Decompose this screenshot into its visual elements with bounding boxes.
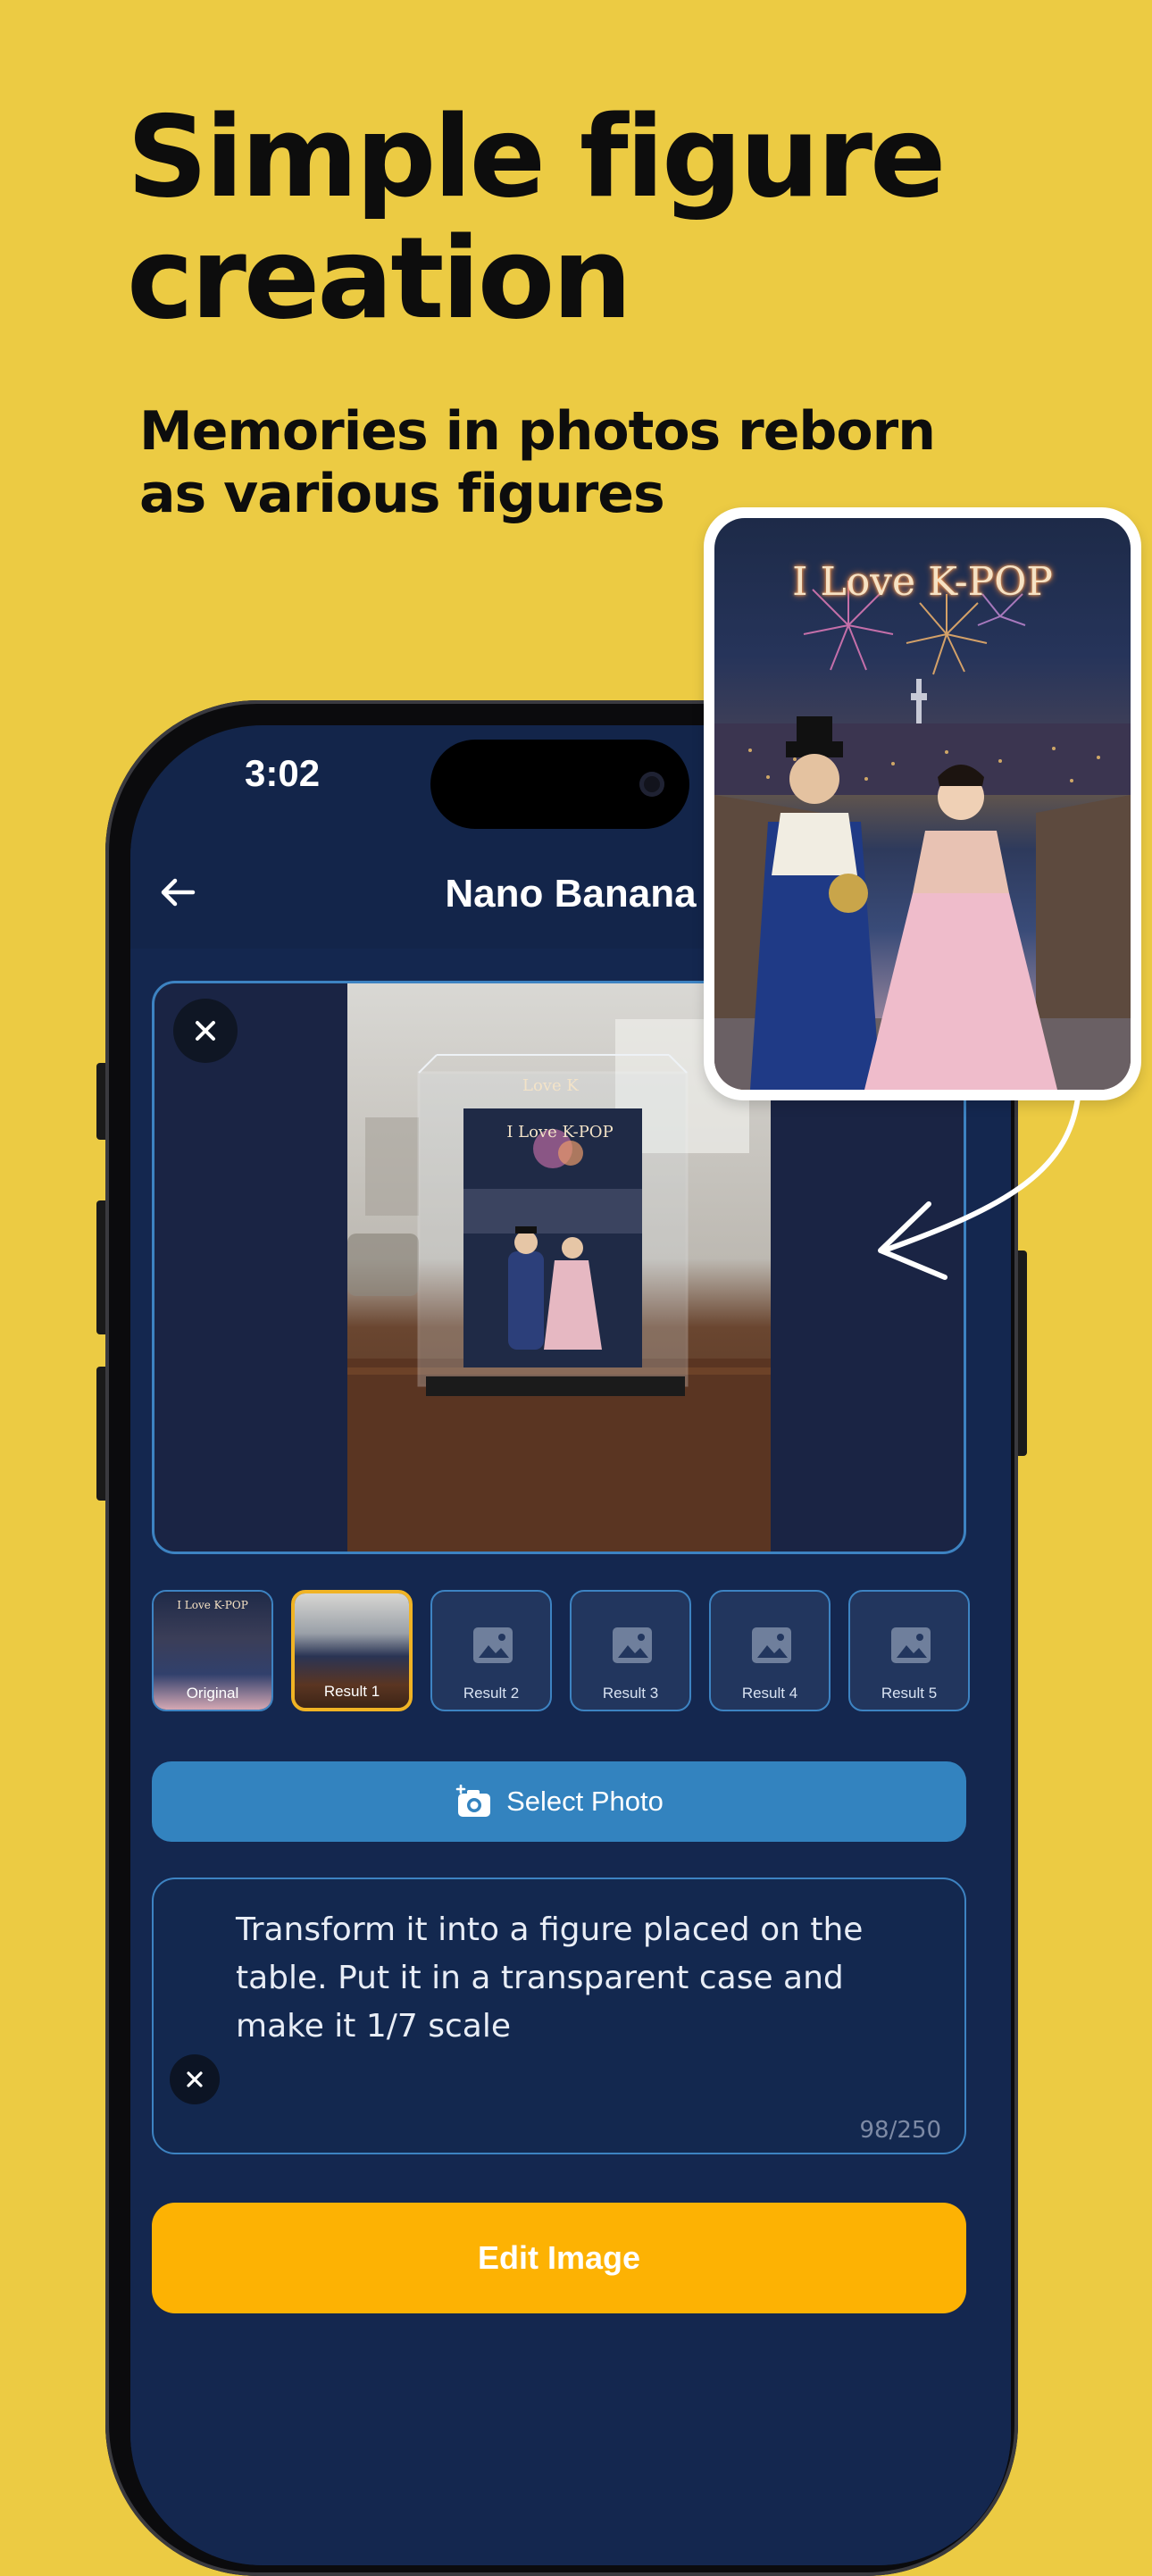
- original-photo-popout: I Love K-POP: [704, 507, 1141, 1100]
- thumb-label: Result 3: [602, 1685, 659, 1702]
- preview-inner-caption: I Love K-POP: [506, 1123, 614, 1142]
- image-placeholder-icon: [613, 1627, 652, 1663]
- clear-image-button[interactable]: [173, 999, 238, 1063]
- headline: Simple figure creation: [127, 91, 946, 344]
- thumb-original[interactable]: I Love K-POP Original: [152, 1590, 273, 1711]
- thumb-label: Result 1: [323, 1683, 380, 1700]
- image-placeholder-icon: [752, 1627, 791, 1663]
- thumb-result-3[interactable]: Result 3: [570, 1590, 691, 1711]
- thumb-original-caption: I Love K-POP: [177, 1599, 248, 1611]
- subheadline: Memories in photos reborn as various fig…: [139, 400, 936, 525]
- status-time: 3:02: [245, 752, 321, 794]
- thumb-result-5[interactable]: Result 5: [848, 1590, 970, 1711]
- camera-plus-icon: [455, 1785, 491, 1817]
- close-icon: [187, 2071, 203, 2087]
- thumb-result-1[interactable]: Result 1: [291, 1590, 413, 1711]
- result-thumbnails: I Love K-POP Original Result 1 Result 2 …: [152, 1590, 970, 1711]
- thumb-label: Result 2: [463, 1685, 520, 1702]
- preview-case-caption: Love K: [522, 1076, 579, 1095]
- original-photo: I Love K-POP: [714, 518, 1131, 1090]
- thumb-result-2[interactable]: Result 2: [430, 1590, 552, 1711]
- thumb-label: Result 4: [741, 1685, 798, 1702]
- thumb-label: Original: [186, 1685, 239, 1702]
- edit-image-label: Edit Image: [477, 2239, 641, 2276]
- front-camera-icon: [639, 772, 664, 797]
- prompt-input[interactable]: Transform it into a figure placed on the…: [152, 1878, 966, 2154]
- edit-image-button[interactable]: Edit Image: [152, 2203, 966, 2313]
- select-photo-label: Select Photo: [506, 1786, 664, 1817]
- original-photo-caption: I Love K-POP: [792, 559, 1053, 605]
- thumb-result-4[interactable]: Result 4: [709, 1590, 831, 1711]
- curved-arrow-icon: [878, 1090, 1081, 1280]
- thumb-label: Result 5: [881, 1685, 938, 1702]
- close-icon: [196, 1021, 215, 1041]
- character-counter: 98/250: [859, 2117, 941, 2144]
- clear-prompt-button[interactable]: [170, 2054, 220, 2104]
- image-placeholder-icon: [473, 1627, 513, 1663]
- select-photo-button[interactable]: Select Photo: [152, 1761, 966, 1842]
- dynamic-island: [430, 740, 689, 829]
- prompt-text: Transform it into a figure placed on the…: [236, 1911, 864, 2045]
- image-placeholder-icon: [891, 1627, 931, 1663]
